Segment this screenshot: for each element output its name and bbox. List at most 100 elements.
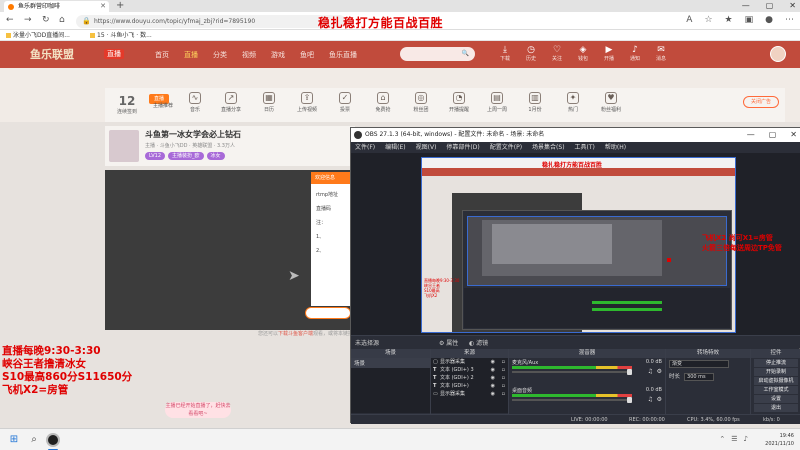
- minimize-button[interactable]: —: [742, 0, 750, 12]
- nav-item[interactable]: 游戏: [271, 50, 285, 60]
- obs-minimize-button[interactable]: —: [747, 128, 755, 142]
- filters-button[interactable]: ◐ 滤镜: [469, 338, 488, 347]
- obs-taskbar-icon[interactable]: [46, 433, 60, 447]
- forward-icon[interactable]: →: [24, 15, 32, 25]
- source-item[interactable]: T 文本 (GDI+) ◉ ▫: [431, 382, 508, 390]
- speaker-icon[interactable]: ♫: [648, 396, 653, 403]
- menu-docks[interactable]: 停靠部件(D): [446, 142, 479, 153]
- nav-item[interactable]: 分类: [213, 50, 227, 60]
- message-header-item[interactable]: ✉ 消息: [652, 45, 670, 62]
- func-item[interactable]: ⌂ 免费抢: [369, 92, 397, 113]
- maximize-button[interactable]: ▢: [766, 0, 774, 12]
- stop-streaming-button[interactable]: 停止推流: [754, 359, 798, 367]
- windows-start-icon[interactable]: ⊞: [8, 434, 20, 446]
- settings-button[interactable]: 设置: [754, 395, 798, 403]
- back-icon[interactable]: ←: [6, 15, 14, 25]
- visibility-eye-icon[interactable]: ◉: [491, 382, 495, 390]
- search-icon[interactable]: ⌕: [28, 434, 40, 446]
- checkin-counter[interactable]: 12 连续签到: [117, 94, 137, 115]
- scene-item[interactable]: 场景: [351, 358, 430, 368]
- clock[interactable]: 19:46 2021/11/10: [765, 432, 794, 448]
- func-item[interactable]: ♥ 粉丝福利: [597, 92, 625, 113]
- menu-profile[interactable]: 配置文件(P): [490, 142, 522, 153]
- menu-help[interactable]: 帮助(H): [605, 142, 626, 153]
- func-item[interactable]: ∿ 音乐: [181, 92, 209, 113]
- menu-tools[interactable]: 工具(T): [575, 142, 595, 153]
- refresh-icon[interactable]: ↻: [42, 15, 50, 25]
- menu-scene-collection[interactable]: 场景集合(S): [532, 142, 565, 153]
- duration-input[interactable]: 300 ms: [684, 372, 715, 381]
- source-item[interactable]: ▢ 显示器采集 ◉ ▫: [431, 358, 508, 366]
- lock-icon[interactable]: ▫: [502, 390, 505, 398]
- lock-icon[interactable]: ▫: [502, 374, 505, 382]
- start-recording-button[interactable]: 开始录制: [754, 368, 798, 376]
- notice-bubble[interactable]: 主播已经开始直播了，赶快去看看吧~: [165, 402, 231, 418]
- more-menu-icon[interactable]: ⋯: [785, 15, 794, 25]
- menu-view[interactable]: 视图(V): [416, 142, 437, 153]
- home-icon[interactable]: ⌂: [59, 15, 65, 25]
- volume-slider[interactable]: [512, 371, 632, 373]
- func-item[interactable]: ✦ 热门: [559, 92, 587, 113]
- volume-slider-handle[interactable]: [627, 369, 632, 375]
- bookmark-item[interactable]: 15 · 斗鱼小飞 · 数...: [90, 30, 152, 41]
- history-header-item[interactable]: ◷ 历史: [522, 45, 540, 62]
- visibility-eye-icon[interactable]: ◉: [491, 374, 495, 382]
- favorites-icon[interactable]: ★: [725, 15, 733, 25]
- url-input[interactable]: 🔒 https://www.douyu.com/topic/yfmaj_zbj?…: [76, 15, 346, 28]
- properties-button[interactable]: ⚙ 属性: [439, 338, 458, 347]
- func-item[interactable]: ⇪ 上传视频: [293, 92, 321, 113]
- menu-file[interactable]: 文件(F): [355, 142, 375, 153]
- wallet-header-item[interactable]: ◈ 钱包: [574, 45, 592, 62]
- visibility-eye-icon[interactable]: ◉: [491, 358, 495, 366]
- menu-edit[interactable]: 编辑(E): [385, 142, 405, 153]
- site-logo[interactable]: 鱼乐联盟: [30, 46, 74, 62]
- source-item[interactable]: ▭ 显示器采集 ◉ ▫: [431, 390, 508, 398]
- new-tab-button[interactable]: +: [116, 0, 124, 12]
- network-icon[interactable]: ☰: [731, 435, 737, 443]
- settings-gear-icon[interactable]: ⚙: [657, 368, 662, 375]
- tab-close-icon[interactable]: ✕: [100, 1, 106, 12]
- nav-item-active[interactable]: 直播: [184, 50, 198, 60]
- user-avatar[interactable]: [770, 46, 786, 62]
- obs-preview-canvas[interactable]: 稳扎稳打方能百战百胜 直播每晚9:30-3:30 峡谷王者 S10最高 飞机X2: [421, 157, 736, 333]
- source-item[interactable]: T 文本 (GDI+) 2 ◉ ▫: [431, 374, 508, 382]
- func-item[interactable]: ◔ 开播提醒: [445, 92, 473, 113]
- lock-icon[interactable]: ▫: [502, 382, 505, 390]
- speaker-icon[interactable]: ♫: [648, 368, 653, 375]
- close-window-button[interactable]: ✕: [789, 0, 796, 12]
- notice-header-item[interactable]: ♪ 通知: [626, 45, 644, 62]
- func-item[interactable]: ✓ 投票: [331, 92, 359, 113]
- visibility-eye-icon[interactable]: ◉: [491, 390, 495, 398]
- nav-item[interactable]: 鱼乐直播: [329, 50, 357, 60]
- nav-item[interactable]: 视频: [242, 50, 256, 60]
- studio-mode-button[interactable]: 工作室模式: [754, 386, 798, 394]
- obs-maximize-button[interactable]: ▢: [769, 128, 777, 142]
- broadcast-header-item[interactable]: ▶ 开播: [600, 45, 618, 62]
- exit-button[interactable]: 退出: [754, 404, 798, 412]
- visibility-eye-icon[interactable]: ◉: [491, 366, 495, 374]
- volume-slider[interactable]: [512, 399, 632, 401]
- bookmark-item[interactable]: 泳量小飞DD直播间...: [6, 30, 70, 41]
- chevron-up-icon[interactable]: ⌃: [719, 435, 725, 443]
- favorite-star-icon[interactable]: ☆: [704, 15, 712, 25]
- streamer-avatar[interactable]: [109, 130, 139, 162]
- collections-icon[interactable]: ▣: [745, 15, 754, 25]
- volume-slider-handle[interactable]: [627, 397, 632, 403]
- popup-action-button[interactable]: [305, 307, 351, 319]
- func-item[interactable]: ▦ 日历: [255, 92, 283, 113]
- profile-icon[interactable]: ●: [765, 15, 773, 25]
- browser-tab[interactable]: 鱼乐群营印咖啡 ✕: [4, 1, 109, 12]
- func-item[interactable]: ↗ 直播分享: [217, 92, 245, 113]
- source-item[interactable]: T 文本 (GDI+) 3 ◉ ▫: [431, 366, 508, 374]
- transition-select[interactable]: 渐变: [669, 360, 729, 368]
- download-client-link[interactable]: 下载斗鱼客户端: [278, 331, 313, 337]
- read-aloud-icon[interactable]: A: [686, 15, 692, 25]
- download-header-item[interactable]: ⤓ 下载: [496, 45, 514, 62]
- obs-close-button[interactable]: ✕: [790, 128, 797, 142]
- close-ad-button[interactable]: 关闭广告: [743, 96, 779, 108]
- nav-item[interactable]: 鱼吧: [300, 50, 314, 60]
- func-item[interactable]: ▤ 上周一周: [483, 92, 511, 113]
- volume-icon[interactable]: ♪: [744, 435, 748, 443]
- start-virtual-camera-button[interactable]: 启动虚拟摄像机: [754, 377, 798, 385]
- site-search-input[interactable]: 🔍: [400, 47, 475, 61]
